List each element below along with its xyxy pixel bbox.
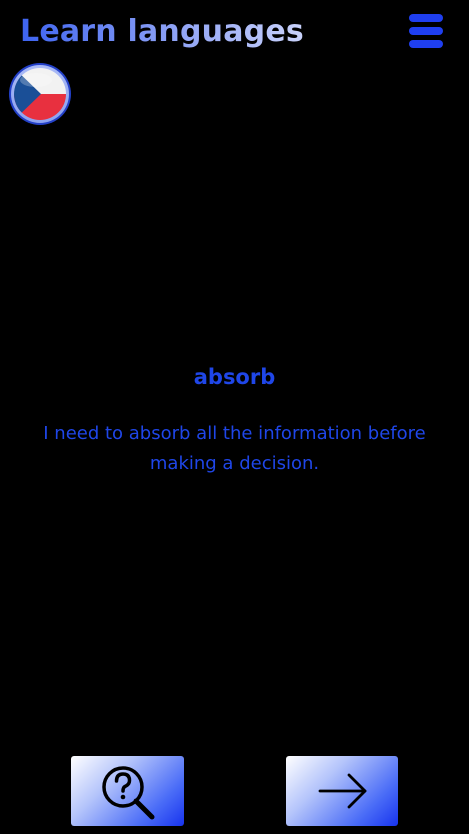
- example-sentence: I need to absorb all the information bef…: [43, 423, 426, 474]
- language-flag-button[interactable]: [8, 62, 72, 126]
- czech-flag-icon: [9, 63, 71, 125]
- next-button[interactable]: [286, 756, 398, 826]
- menu-button[interactable]: [409, 14, 445, 50]
- vocabulary-word: absorb: [193, 365, 276, 389]
- hint-search-button[interactable]: [71, 756, 184, 826]
- search-question-icon: [102, 766, 155, 820]
- app-title: Learn languages: [20, 12, 304, 52]
- arrow-right-icon: [318, 773, 367, 809]
